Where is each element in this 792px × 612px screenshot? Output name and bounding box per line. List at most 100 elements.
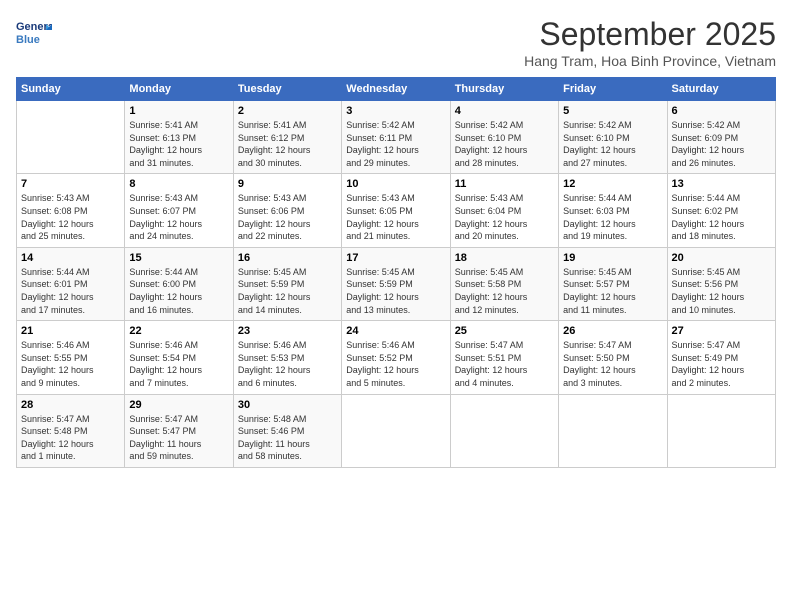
day-number: 14	[21, 252, 120, 264]
weekday-header-thursday: Thursday	[450, 78, 558, 101]
calendar-cell: 19 Sunrise: 5:45 AM Sunset: 5:57 PM Dayli…	[559, 247, 667, 320]
day-info: Sunrise: 5:43 AM Sunset: 6:04 PM Dayligh…	[455, 192, 554, 242]
day-number: 20	[672, 252, 771, 264]
day-number: 24	[346, 325, 445, 337]
day-info: Sunrise: 5:47 AM Sunset: 5:50 PM Dayligh…	[563, 339, 662, 389]
calendar-cell: 6 Sunrise: 5:42 AM Sunset: 6:09 PM Daylig…	[667, 101, 775, 174]
calendar-cell: 4 Sunrise: 5:42 AM Sunset: 6:10 PM Daylig…	[450, 101, 558, 174]
day-info: Sunrise: 5:43 AM Sunset: 6:06 PM Dayligh…	[238, 192, 337, 242]
day-number: 5	[563, 105, 662, 117]
day-info: Sunrise: 5:45 AM Sunset: 5:57 PM Dayligh…	[563, 266, 662, 316]
day-info: Sunrise: 5:43 AM Sunset: 6:05 PM Dayligh…	[346, 192, 445, 242]
day-info: Sunrise: 5:45 AM Sunset: 5:58 PM Dayligh…	[455, 266, 554, 316]
day-info: Sunrise: 5:47 AM Sunset: 5:49 PM Dayligh…	[672, 339, 771, 389]
calendar-cell: 9 Sunrise: 5:43 AM Sunset: 6:06 PM Daylig…	[233, 174, 341, 247]
calendar-cell: 28 Sunrise: 5:47 AM Sunset: 5:48 PM Dayli…	[17, 394, 125, 467]
weekday-header-monday: Monday	[125, 78, 233, 101]
svg-text:Blue: Blue	[16, 34, 40, 46]
subtitle: Hang Tram, Hoa Binh Province, Vietnam	[524, 53, 776, 69]
day-info: Sunrise: 5:45 AM Sunset: 5:56 PM Dayligh…	[672, 266, 771, 316]
calendar-cell: 15 Sunrise: 5:44 AM Sunset: 6:00 PM Dayli…	[125, 247, 233, 320]
calendar-cell	[559, 394, 667, 467]
calendar-cell: 26 Sunrise: 5:47 AM Sunset: 5:50 PM Dayli…	[559, 321, 667, 394]
day-number: 7	[21, 178, 120, 190]
day-number: 25	[455, 325, 554, 337]
calendar-cell: 2 Sunrise: 5:41 AM Sunset: 6:12 PM Daylig…	[233, 101, 341, 174]
day-info: Sunrise: 5:41 AM Sunset: 6:13 PM Dayligh…	[129, 119, 228, 169]
day-number: 4	[455, 105, 554, 117]
calendar-table: SundayMondayTuesdayWednesdayThursdayFrid…	[16, 77, 776, 468]
calendar-cell: 16 Sunrise: 5:45 AM Sunset: 5:59 PM Dayli…	[233, 247, 341, 320]
calendar-cell: 21 Sunrise: 5:46 AM Sunset: 5:55 PM Dayli…	[17, 321, 125, 394]
day-number: 1	[129, 105, 228, 117]
day-info: Sunrise: 5:42 AM Sunset: 6:10 PM Dayligh…	[455, 119, 554, 169]
day-number: 30	[238, 399, 337, 411]
day-info: Sunrise: 5:46 AM Sunset: 5:55 PM Dayligh…	[21, 339, 120, 389]
day-info: Sunrise: 5:47 AM Sunset: 5:47 PM Dayligh…	[129, 413, 228, 463]
day-info: Sunrise: 5:46 AM Sunset: 5:52 PM Dayligh…	[346, 339, 445, 389]
day-number: 21	[21, 325, 120, 337]
logo: General Blue	[16, 16, 52, 46]
calendar-cell: 25 Sunrise: 5:47 AM Sunset: 5:51 PM Dayli…	[450, 321, 558, 394]
day-info: Sunrise: 5:43 AM Sunset: 6:08 PM Dayligh…	[21, 192, 120, 242]
header: General Blue September 2025 Hang Tram, H…	[16, 16, 776, 69]
day-number: 3	[346, 105, 445, 117]
day-number: 18	[455, 252, 554, 264]
day-number: 9	[238, 178, 337, 190]
day-info: Sunrise: 5:46 AM Sunset: 5:53 PM Dayligh…	[238, 339, 337, 389]
calendar-cell: 29 Sunrise: 5:47 AM Sunset: 5:47 PM Dayli…	[125, 394, 233, 467]
calendar-cell: 3 Sunrise: 5:42 AM Sunset: 6:11 PM Daylig…	[342, 101, 450, 174]
day-number: 28	[21, 399, 120, 411]
weekday-header-saturday: Saturday	[667, 78, 775, 101]
calendar-cell: 23 Sunrise: 5:46 AM Sunset: 5:53 PM Dayli…	[233, 321, 341, 394]
day-info: Sunrise: 5:44 AM Sunset: 6:03 PM Dayligh…	[563, 192, 662, 242]
day-info: Sunrise: 5:45 AM Sunset: 5:59 PM Dayligh…	[238, 266, 337, 316]
day-number: 13	[672, 178, 771, 190]
day-number: 15	[129, 252, 228, 264]
day-number: 11	[455, 178, 554, 190]
calendar-cell: 30Sunrise: 5:48 AM Sunset: 5:46 PM Dayli…	[233, 394, 341, 467]
calendar-cell: 11 Sunrise: 5:43 AM Sunset: 6:04 PM Dayli…	[450, 174, 558, 247]
day-info: Sunrise: 5:46 AM Sunset: 5:54 PM Dayligh…	[129, 339, 228, 389]
day-number: 6	[672, 105, 771, 117]
day-number: 29	[129, 399, 228, 411]
day-info: Sunrise: 5:42 AM Sunset: 6:09 PM Dayligh…	[672, 119, 771, 169]
day-number: 23	[238, 325, 337, 337]
title-section: September 2025 Hang Tram, Hoa Binh Provi…	[524, 16, 776, 69]
weekday-header-friday: Friday	[559, 78, 667, 101]
day-number: 8	[129, 178, 228, 190]
day-info: Sunrise: 5:44 AM Sunset: 6:02 PM Dayligh…	[672, 192, 771, 242]
calendar-cell: 22 Sunrise: 5:46 AM Sunset: 5:54 PM Dayli…	[125, 321, 233, 394]
calendar-cell	[450, 394, 558, 467]
weekday-header-sunday: Sunday	[17, 78, 125, 101]
day-number: 2	[238, 105, 337, 117]
day-info: Sunrise: 5:42 AM Sunset: 6:10 PM Dayligh…	[563, 119, 662, 169]
calendar-cell: 13 Sunrise: 5:44 AM Sunset: 6:02 PM Dayli…	[667, 174, 775, 247]
logo-icon: General Blue	[16, 16, 52, 46]
day-number: 16	[238, 252, 337, 264]
calendar-cell: 10 Sunrise: 5:43 AM Sunset: 6:05 PM Dayli…	[342, 174, 450, 247]
day-number: 19	[563, 252, 662, 264]
day-info: Sunrise: 5:44 AM Sunset: 6:00 PM Dayligh…	[129, 266, 228, 316]
day-info: Sunrise: 5:45 AM Sunset: 5:59 PM Dayligh…	[346, 266, 445, 316]
day-number: 10	[346, 178, 445, 190]
calendar-cell: 14 Sunrise: 5:44 AM Sunset: 6:01 PM Dayli…	[17, 247, 125, 320]
calendar-cell: 5 Sunrise: 5:42 AM Sunset: 6:10 PM Daylig…	[559, 101, 667, 174]
calendar-cell: 12 Sunrise: 5:44 AM Sunset: 6:03 PM Dayli…	[559, 174, 667, 247]
day-number: 26	[563, 325, 662, 337]
day-info: Sunrise: 5:44 AM Sunset: 6:01 PM Dayligh…	[21, 266, 120, 316]
day-info: Sunrise: 5:42 AM Sunset: 6:11 PM Dayligh…	[346, 119, 445, 169]
calendar-cell	[17, 101, 125, 174]
day-info: Sunrise: 5:41 AM Sunset: 6:12 PM Dayligh…	[238, 119, 337, 169]
calendar-cell	[342, 394, 450, 467]
weekday-header-wednesday: Wednesday	[342, 78, 450, 101]
day-info: Sunrise: 5:47 AM Sunset: 5:51 PM Dayligh…	[455, 339, 554, 389]
day-number: 27	[672, 325, 771, 337]
day-number: 22	[129, 325, 228, 337]
day-number: 17	[346, 252, 445, 264]
day-info: Sunrise: 5:43 AM Sunset: 6:07 PM Dayligh…	[129, 192, 228, 242]
calendar-cell: 20 Sunrise: 5:45 AM Sunset: 5:56 PM Dayli…	[667, 247, 775, 320]
weekday-header-tuesday: Tuesday	[233, 78, 341, 101]
day-number: 12	[563, 178, 662, 190]
day-info: Sunrise: 5:47 AM Sunset: 5:48 PM Dayligh…	[21, 413, 120, 463]
